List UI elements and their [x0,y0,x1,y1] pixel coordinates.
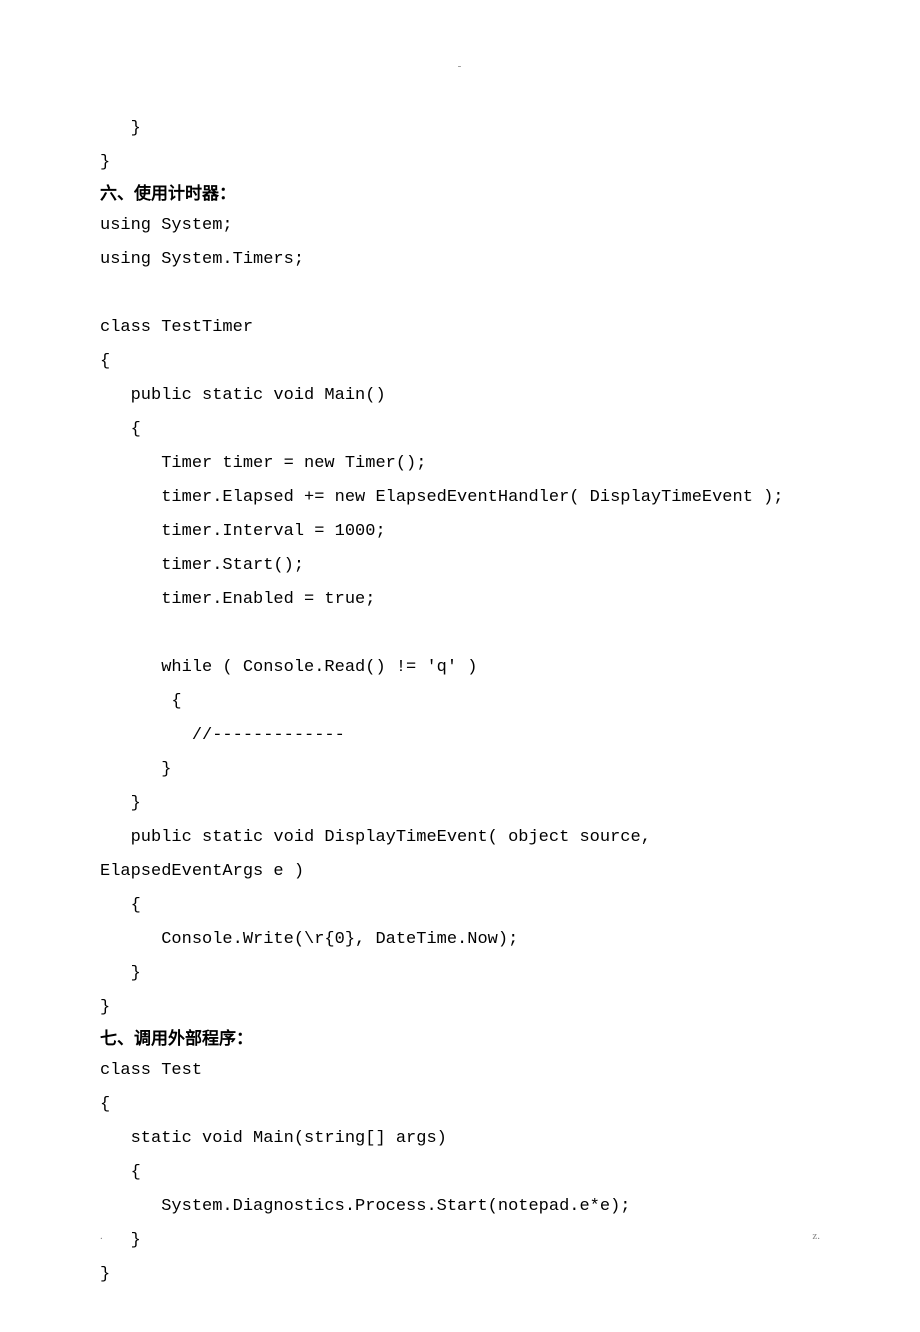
code-line: while ( Console.Read() != 'q' ) [100,651,820,685]
code-line [100,277,820,311]
code-line: public static void DisplayTimeEvent( obj… [100,821,820,855]
code-line: { [100,345,820,379]
code-line: public static void Main() [100,379,820,413]
code-line: } [100,991,820,1025]
content-body: }}六、使用计时器：using System;using System.Time… [100,112,820,1292]
code-line: static void Main(string[] args) [100,1122,820,1156]
code-line: class Test [100,1054,820,1088]
code-line: using System; [100,209,820,243]
code-line: } [100,1258,820,1292]
code-line: Timer timer = new Timer(); [100,447,820,481]
code-line: } [100,787,820,821]
code-line: Console.Write(\r{0}, DateTime.Now); [100,923,820,957]
code-line: System.Diagnostics.Process.Start(notepad… [100,1190,820,1224]
section-heading: 六、使用计时器： [100,180,820,209]
code-line: } [100,957,820,991]
header-mark: - [100,60,820,72]
code-line: { [100,685,820,719]
page-footer: . z. [100,1230,820,1242]
code-line: { [100,1156,820,1190]
code-line: { [100,413,820,447]
code-line: timer.Interval = 1000; [100,515,820,549]
footer-left: . [100,1230,103,1242]
code-line [100,617,820,651]
code-line: using System.Timers; [100,243,820,277]
document-page: - }}六、使用计时器：using System;using System.Ti… [0,0,920,1332]
code-line: //------------- [100,719,820,753]
code-line: { [100,1088,820,1122]
code-line: ElapsedEventArgs e ) [100,855,820,889]
code-line: timer.Elapsed += new ElapsedEventHandler… [100,481,820,515]
code-line: } [100,112,820,146]
code-line: timer.Start(); [100,549,820,583]
code-line: timer.Enabled = true; [100,583,820,617]
code-line: } [100,753,820,787]
footer-right: z. [812,1230,820,1242]
section-heading: 七、调用外部程序： [100,1025,820,1054]
code-line: class TestTimer [100,311,820,345]
code-line: } [100,146,820,180]
code-line: { [100,889,820,923]
